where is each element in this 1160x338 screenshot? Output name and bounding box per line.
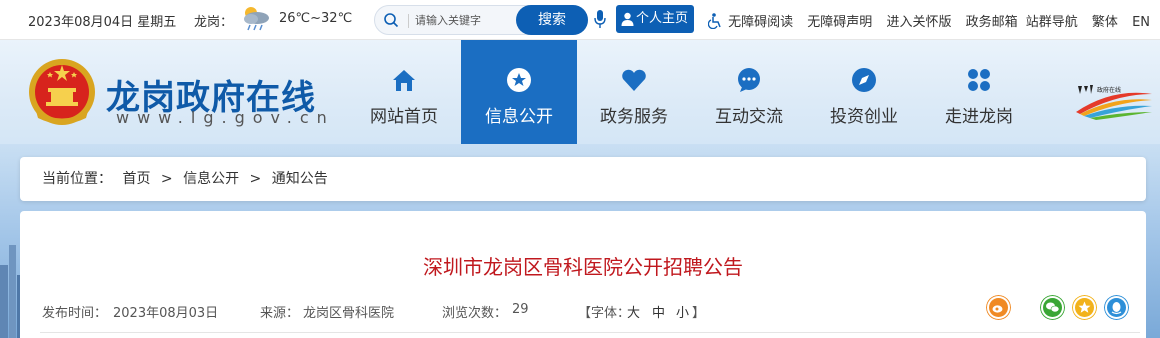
- national-emblem-logo: [29, 59, 95, 125]
- grid-icon: [968, 69, 990, 91]
- breadcrumb-home[interactable]: 首页: [122, 171, 150, 187]
- heart-icon: [622, 69, 646, 91]
- search-input[interactable]: [415, 10, 515, 30]
- home-icon: [393, 70, 415, 91]
- microphone-icon[interactable]: [594, 9, 606, 29]
- top-bar: 2023年08月04日 星期五 龙岗： 26℃~32℃ 搜索 个人主页: [0, 0, 1160, 40]
- nav-info-disclosure-label: 信息公开: [485, 107, 553, 127]
- breadcrumb-separator: >: [160, 171, 173, 187]
- breadcrumb: 当前位置： 首页 > 信息公开 > 通知公告: [20, 157, 1146, 201]
- search-icon: [384, 13, 399, 28]
- chat-icon: [738, 68, 760, 92]
- article-panel: 深圳市龙岗区骨科医院公开招聘公告 发布时间： 2023年08月03日 来源： 龙…: [20, 211, 1146, 338]
- link-accessible-reading[interactable]: 无障碍阅读: [728, 15, 793, 30]
- link-accessibility-statement[interactable]: 无障碍声明: [807, 15, 872, 30]
- link-care-version[interactable]: 进入关怀版: [886, 15, 951, 30]
- breadcrumb-separator: >: [249, 171, 262, 187]
- link-traditional-chinese[interactable]: 繁体: [1092, 15, 1118, 30]
- temperature: 26℃~32℃: [279, 11, 353, 26]
- views-count: 29: [512, 302, 529, 317]
- nav-home[interactable]: 网站首页: [346, 40, 462, 144]
- nav-gov-services[interactable]: 政务服务: [576, 40, 692, 144]
- breadcrumb-info-disclosure[interactable]: 信息公开: [183, 171, 239, 187]
- breadcrumb-prefix: 当前位置：: [42, 171, 112, 187]
- font-size-label: 【字体：: [578, 306, 631, 321]
- breadcrumb-notices[interactable]: 通知公告: [272, 171, 328, 187]
- qq-icon[interactable]: [1104, 295, 1129, 320]
- link-gov-mailbox[interactable]: 政务邮箱: [966, 15, 1018, 30]
- nav-about-longgang[interactable]: 走进龙岗: [921, 40, 1037, 144]
- views-label: 浏览次数：: [442, 306, 508, 321]
- search-separator: [408, 14, 409, 28]
- user-center-label: 个人主页: [636, 11, 689, 26]
- publish-date: 2023年08月03日: [113, 306, 219, 321]
- site-header: 龙岗政府在线 www.lg.gov.cn 网站首页 信息公开 政务服务 互动交流…: [0, 40, 1160, 144]
- source-label: 来源：: [260, 306, 300, 321]
- compass-icon: [852, 68, 876, 92]
- link-site-navigation[interactable]: 站群导航: [1026, 15, 1078, 30]
- cloudy-rain-icon: [244, 7, 269, 31]
- search-button[interactable]: 搜索: [516, 5, 588, 35]
- nav-gov-services-label: 政务服务: [600, 107, 668, 127]
- nav-interaction-label: 互动交流: [715, 107, 783, 127]
- user-icon: [621, 12, 634, 26]
- font-size-close: 】: [692, 306, 706, 321]
- weather-location: 龙岗：: [194, 15, 234, 30]
- font-size-medium[interactable]: 中: [652, 302, 665, 321]
- publish-time-label: 发布时间：: [42, 306, 108, 321]
- font-size-large[interactable]: 大: [627, 302, 640, 321]
- meta-divider: [40, 332, 1140, 333]
- shenzhen-logo[interactable]: 政府在线: [1072, 80, 1154, 122]
- nav-home-label: 网站首页: [370, 107, 438, 127]
- nav-info-disclosure[interactable]: 信息公开: [461, 40, 577, 144]
- top-links: 无障碍阅读 无障碍声明 进入关怀版 政务邮箱 站群导航 繁体 EN: [708, 11, 1160, 30]
- search-box: 搜索: [374, 5, 588, 35]
- accessibility-icon: [708, 13, 721, 29]
- star-icon: [507, 68, 531, 92]
- font-size-small[interactable]: 小: [676, 302, 689, 321]
- weibo-icon[interactable]: [986, 295, 1011, 320]
- nav-investment-label: 投资创业: [830, 107, 898, 127]
- nav-about-longgang-label: 走进龙岗: [945, 107, 1013, 127]
- nav-interaction[interactable]: 互动交流: [691, 40, 807, 144]
- site-url: www.lg.gov.cn: [116, 108, 335, 127]
- link-english[interactable]: EN: [1132, 15, 1150, 30]
- source-value: 龙岗区骨科医院: [303, 306, 395, 321]
- nav-investment[interactable]: 投资创业: [806, 40, 922, 144]
- favorite-star-icon[interactable]: [1072, 295, 1097, 320]
- user-center-button[interactable]: 个人主页: [616, 5, 694, 33]
- article-title: 深圳市龙岗区骨科医院公开招聘公告: [423, 255, 743, 279]
- svg-text:政府在线: 政府在线: [1097, 86, 1121, 94]
- current-date: 2023年08月04日 星期五: [28, 15, 177, 30]
- wechat-icon[interactable]: [1040, 295, 1065, 320]
